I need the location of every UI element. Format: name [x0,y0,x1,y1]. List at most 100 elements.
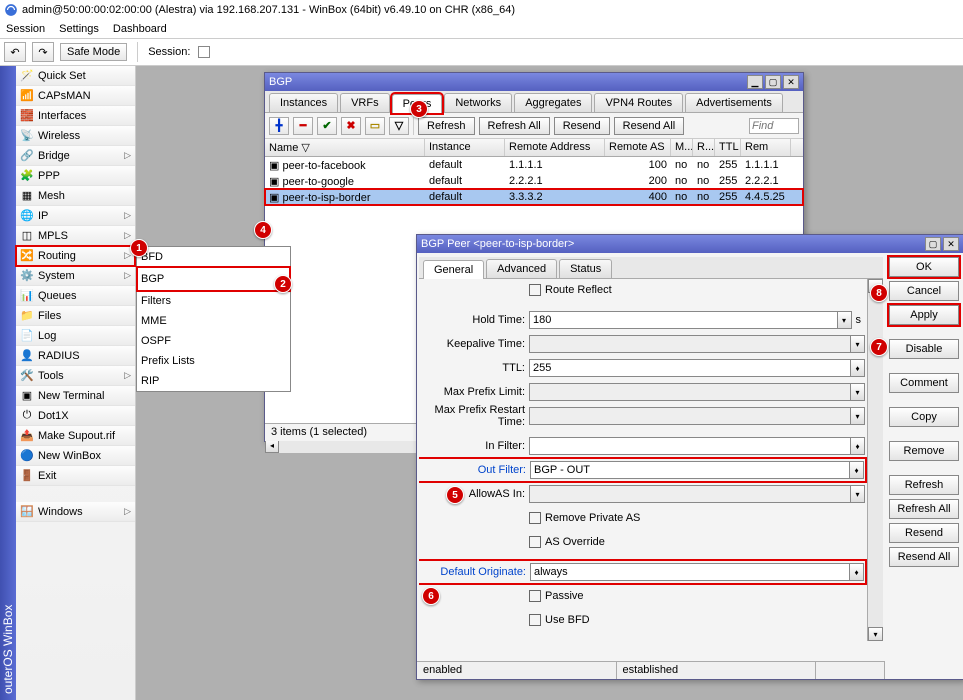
find-input[interactable] [749,118,799,134]
bgp-window-titlebar[interactable]: BGP ▁ ▢ ✕ [265,73,803,91]
maximize-icon[interactable]: ▢ [765,75,781,89]
sidebar-item-wireless[interactable]: 📡Wireless [16,126,135,146]
refresh-all-button[interactable]: Refresh All [889,499,959,519]
sidebar-item-files[interactable]: 📁Files [16,306,135,326]
resend-button[interactable]: Resend [889,523,959,543]
sidebar-item-new-winbox[interactable]: 🔵New WinBox [16,446,135,466]
column-header[interactable]: Rem [741,139,791,156]
sidebar-item-ip[interactable]: 🌐IP▷ [16,206,135,226]
submenu-item-bfd[interactable]: BFD [137,247,290,267]
tab-aggregates[interactable]: Aggregates [514,93,592,112]
peer-window-titlebar[interactable]: BGP Peer <peer-to-isp-border> ▢ ✕ [417,235,963,253]
tab-advanced[interactable]: Advanced [486,259,557,278]
dropdown-icon[interactable]: ▾ [838,311,852,329]
enable-button[interactable]: ✔ [317,117,337,135]
submenu-item-mme[interactable]: MME [137,311,290,331]
close-icon[interactable]: ✕ [943,237,959,251]
remove-private-as-checkbox[interactable] [529,512,541,524]
as-override-checkbox[interactable] [529,536,541,548]
undo-button[interactable]: ↶ [4,42,26,62]
column-header[interactable]: M... [671,139,693,156]
sidebar-item-radius[interactable]: 👤RADIUS [16,346,135,366]
sidebar-item-queues[interactable]: 📊Queues [16,286,135,306]
sidebar-item-capsman[interactable]: 📶CAPsMAN [16,86,135,106]
sidebar-item-ppp[interactable]: 🧩PPP [16,166,135,186]
sidebar-item-interfaces[interactable]: 🧱Interfaces [16,106,135,126]
sidebar-item-routing[interactable]: 🔀Routing▷ [16,246,135,266]
ok-button[interactable]: OK [889,257,959,277]
tab-vrfs[interactable]: VRFs [340,93,390,112]
sidebar-item-tools[interactable]: 🛠️Tools▷ [16,366,135,386]
dropdown-icon[interactable]: ♦ [851,437,865,455]
sidebar-item-dot1x[interactable]: ⏻Dot1X [16,406,135,426]
in-filter-input[interactable] [529,437,851,455]
column-header[interactable]: R... [693,139,715,156]
redo-button[interactable]: ↷ [32,42,54,62]
sidebar-item-system[interactable]: ⚙️System▷ [16,266,135,286]
sidebar-item-mesh[interactable]: ▦Mesh [16,186,135,206]
tab-vpn4-routes[interactable]: VPN4 Routes [594,93,683,112]
disable-button[interactable]: Disable [889,339,959,359]
dropdown-icon[interactable]: ▾ [851,485,865,503]
submenu-item-bgp[interactable]: BGP [137,267,290,291]
default-originate-input[interactable]: always [530,563,850,581]
remove-button[interactable]: Remove [889,441,959,461]
safe-mode-button[interactable]: Safe Mode [60,43,127,61]
dropdown-icon[interactable]: ♦ [851,359,865,377]
sidebar-item-new-terminal[interactable]: ▣New Terminal [16,386,135,406]
allow-as-input[interactable] [529,485,851,503]
dropdown-icon[interactable]: ▾ [851,383,865,401]
use-bfd-checkbox[interactable] [529,614,541,626]
ttl-input[interactable]: 255 [529,359,851,377]
menu-session[interactable]: Session [6,23,45,35]
max-restart-input[interactable] [529,407,851,425]
refresh-button[interactable]: Refresh [889,475,959,495]
resend-all-button[interactable]: Resend All [889,547,959,567]
sidebar-item-log[interactable]: 📄Log [16,326,135,346]
table-row[interactable]: ▣ peer-to-googledefault2.2.2.1200nono255… [265,173,803,189]
keepalive-input[interactable] [529,335,851,353]
column-header[interactable]: Remote AS [605,139,671,156]
dropdown-icon[interactable]: ▾ [851,407,865,425]
sidebar-item-windows[interactable]: 🪟Windows▷ [16,502,135,522]
dropdown-icon[interactable]: ▾ [851,335,865,353]
submenu-item-rip[interactable]: RIP [137,371,290,391]
passive-checkbox[interactable] [529,590,541,602]
hold-time-input[interactable]: 180 [529,311,838,329]
menu-dashboard[interactable]: Dashboard [113,23,167,35]
table-row[interactable]: ▣ peer-to-isp-borderdefault3.3.3.2400non… [265,189,803,205]
sidebar-item-exit[interactable]: 🚪Exit [16,466,135,486]
tab-status[interactable]: Status [559,259,612,278]
maximize-icon[interactable]: ▢ [925,237,941,251]
close-icon[interactable]: ✕ [783,75,799,89]
out-filter-input[interactable]: BGP - OUT [530,461,850,479]
dropdown-icon[interactable]: ♦ [850,563,864,581]
column-header[interactable]: TTL [715,139,741,156]
sidebar-item-make-supout-rif[interactable]: 📤Make Supout.rif [16,426,135,446]
sidebar-item-mpls[interactable]: ◫MPLS▷ [16,226,135,246]
table-row[interactable]: ▣ peer-to-facebookdefault1.1.1.1100nono2… [265,157,803,173]
filter-button[interactable]: ▽ [389,117,409,135]
apply-button[interactable]: Apply [889,305,959,325]
submenu-item-ospf[interactable]: OSPF [137,331,290,351]
tab-advertisements[interactable]: Advertisements [685,93,783,112]
tab-general[interactable]: General [423,260,484,279]
sidebar-item-bridge[interactable]: 🔗Bridge▷ [16,146,135,166]
dropdown-icon[interactable]: ♦ [850,461,864,479]
minimize-icon[interactable]: ▁ [747,75,763,89]
cancel-button[interactable]: Cancel [889,281,959,301]
tab-instances[interactable]: Instances [269,93,338,112]
disable-button[interactable]: ✖ [341,117,361,135]
comment-button[interactable]: Comment [889,373,959,393]
refresh-button[interactable]: Refresh [418,117,475,135]
sidebar-item-quick-set[interactable]: 🪄Quick Set [16,66,135,86]
max-prefix-input[interactable] [529,383,851,401]
route-reflect-checkbox[interactable] [529,284,541,296]
submenu-item-prefix-lists[interactable]: Prefix Lists [137,351,290,371]
tab-networks[interactable]: Networks [444,93,512,112]
resend-button[interactable]: Resend [554,117,610,135]
menu-settings[interactable]: Settings [59,23,99,35]
session-checkbox[interactable] [198,46,210,58]
column-header[interactable]: Remote Address [505,139,605,156]
resend-all-button[interactable]: Resend All [614,117,685,135]
